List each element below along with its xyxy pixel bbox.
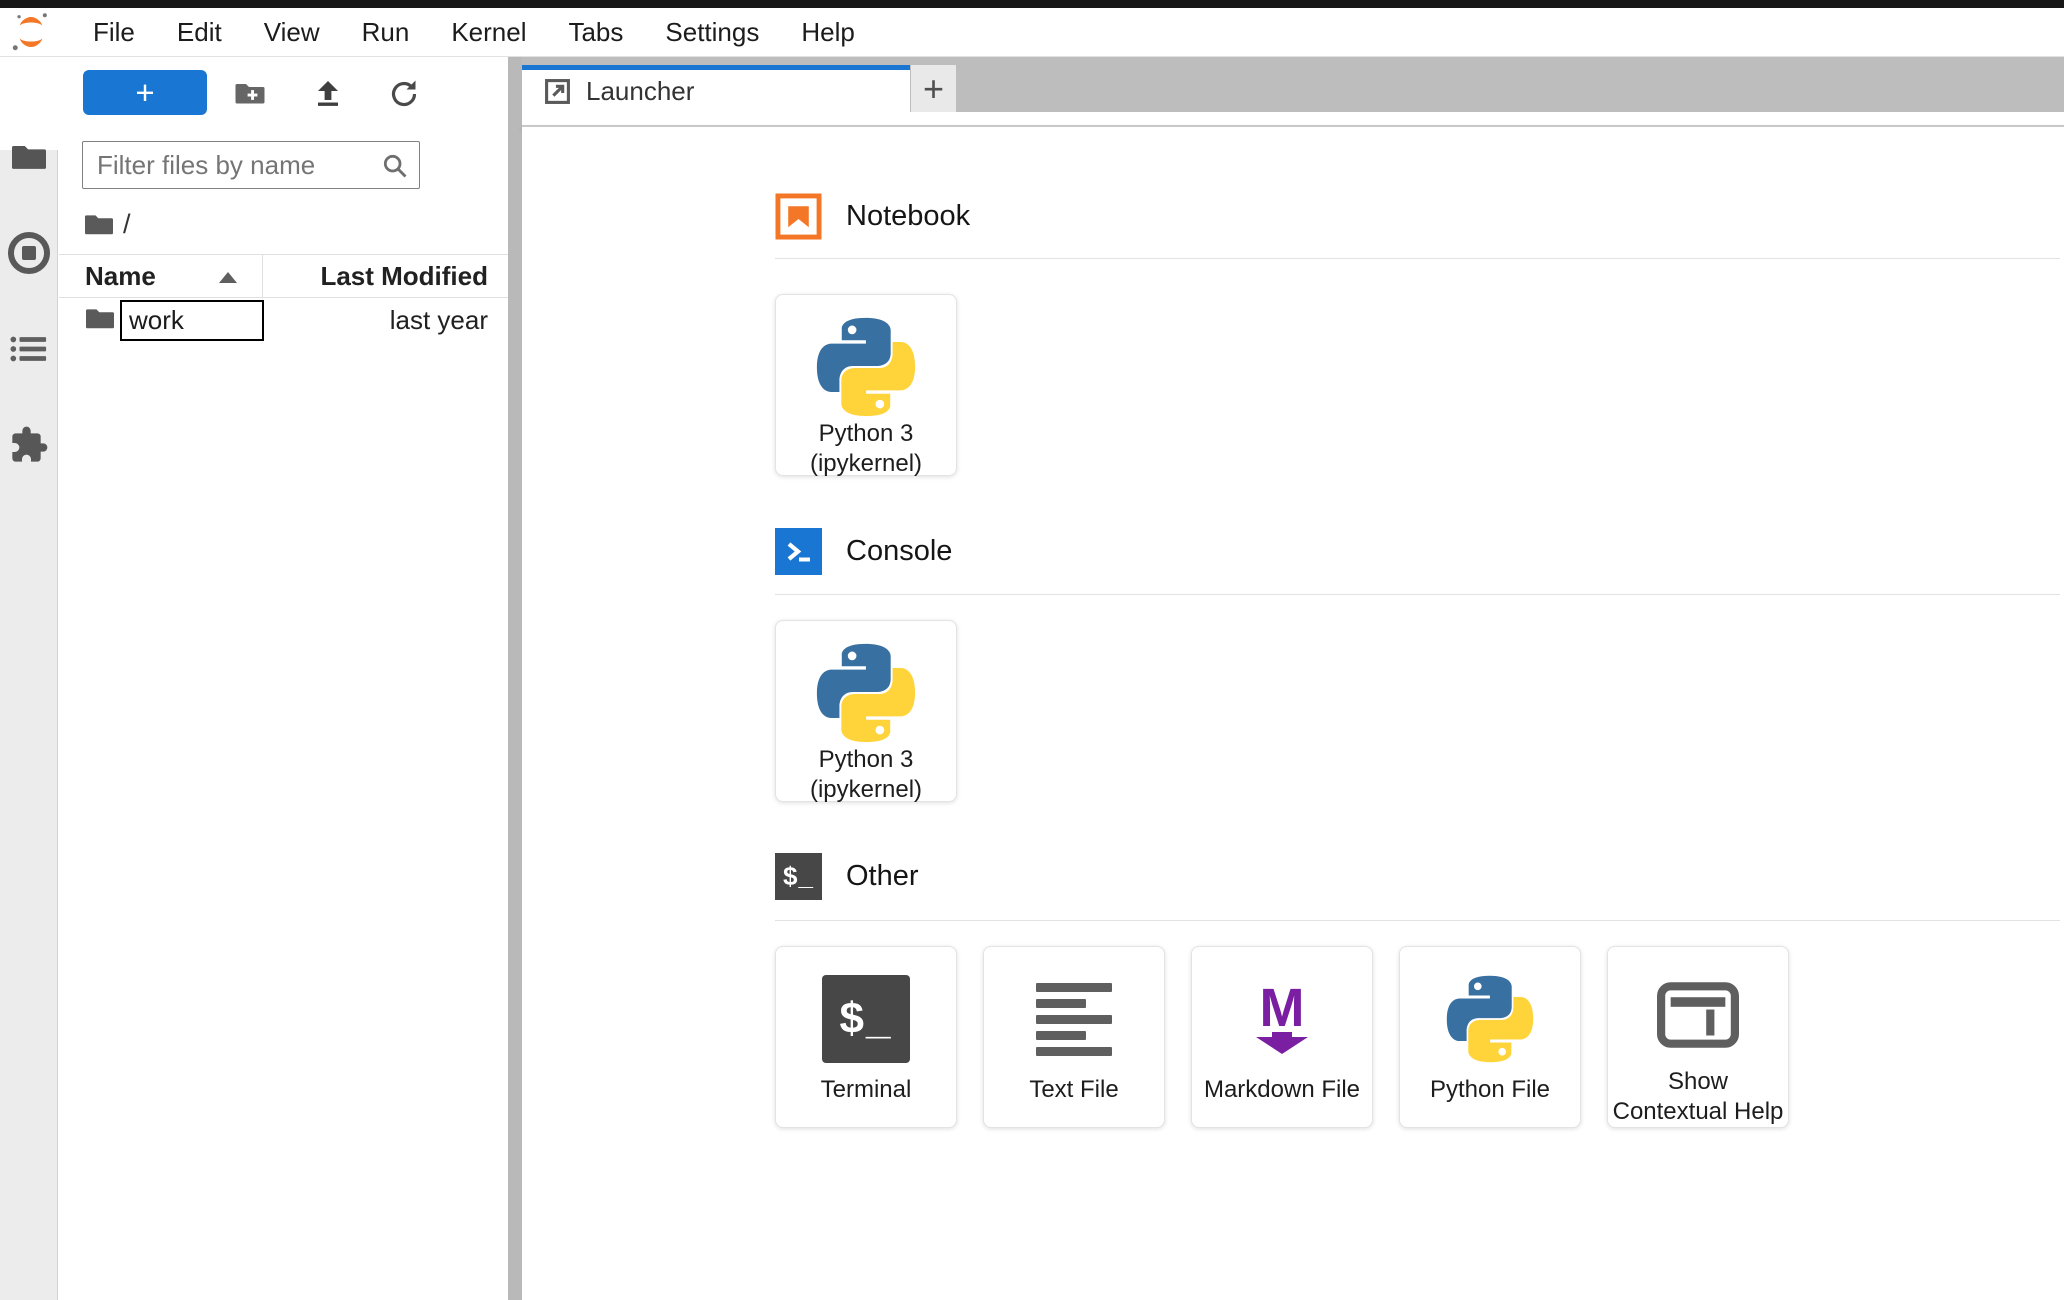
card-notebook-python3[interactable]: Python 3 (ipykernel): [775, 294, 957, 477]
menu-tabs[interactable]: Tabs: [547, 8, 644, 56]
section-header-other: $_ Other: [775, 853, 919, 900]
new-launcher-button[interactable]: +: [83, 70, 207, 115]
console-icon: [775, 528, 822, 575]
menu-help[interactable]: Help: [780, 8, 875, 56]
menu-edit[interactable]: Edit: [156, 8, 243, 56]
card-label: Markdown File: [1203, 1076, 1361, 1103]
jupyter-logo: [12, 13, 47, 51]
section-divider: [775, 594, 2060, 595]
menu-view[interactable]: View: [243, 8, 341, 56]
rename-input[interactable]: work: [120, 300, 264, 341]
notebook-icon: [775, 193, 822, 240]
card-label: Show Contextual Help: [1612, 1068, 1784, 1125]
breadcrumb: /: [85, 205, 131, 243]
section-header-notebook: Notebook: [775, 193, 970, 240]
card-label: Text File: [1029, 1076, 1119, 1103]
stop-circle-icon: [7, 232, 50, 274]
python-icon: [816, 643, 916, 743]
upload-icon: [318, 81, 338, 106]
breadcrumb-root[interactable]: /: [123, 209, 131, 240]
sidebar-item-toc[interactable]: [0, 334, 57, 364]
menu-file[interactable]: File: [72, 8, 156, 56]
card-text-file[interactable]: Text File: [983, 946, 1165, 1128]
activity-bar: [0, 57, 58, 1300]
terminal-icon: $_: [775, 853, 822, 900]
folder-icon: [11, 145, 46, 169]
card-terminal[interactable]: $_ Terminal: [775, 946, 957, 1128]
menu-kernel[interactable]: Kernel: [430, 8, 547, 56]
panel-splitter[interactable]: [508, 57, 522, 1300]
list-icon: [9, 336, 46, 362]
file-browser-panel: + / Name Last Modifi: [59, 57, 508, 1300]
card-label: Python File: [1429, 1076, 1551, 1103]
text-file-icon: [1036, 982, 1112, 1056]
python-icon: [816, 317, 916, 417]
file-filter-box: [82, 141, 420, 189]
card-markdown-file[interactable]: M Markdown File: [1191, 946, 1373, 1128]
markdown-file-icon: M: [1256, 981, 1308, 1054]
refresh-icon: [391, 80, 417, 107]
menu-items: File Edit View Run Kernel Tabs Settings …: [72, 8, 876, 56]
sidebar-item-extensions[interactable]: [0, 425, 57, 465]
card-show-contextual-help[interactable]: Show Contextual Help: [1607, 946, 1789, 1128]
notebook-cards: Python 3 (ipykernel): [775, 294, 957, 477]
search-icon: [383, 154, 407, 178]
section-divider: [775, 258, 2060, 259]
card-label: Python 3 (ipykernel): [809, 420, 923, 477]
card-label: Python 3 (ipykernel): [809, 746, 923, 803]
column-divider: [262, 255, 263, 297]
tab-label: Launcher: [586, 75, 695, 106]
section-divider: [775, 920, 2060, 921]
launcher-panel: Notebook Python 3 (ipykernel) Console Py…: [522, 127, 2064, 1300]
contextual-help-icon: [1657, 973, 1739, 1057]
column-header-name[interactable]: Name: [85, 261, 156, 292]
section-header-console: Console: [775, 528, 952, 575]
active-sidebar-highlight: [0, 57, 58, 150]
menu-settings[interactable]: Settings: [644, 8, 780, 56]
sort-ascending-icon[interactable]: [219, 272, 237, 283]
column-header-modified[interactable]: Last Modified: [320, 261, 488, 292]
file-filter-input[interactable]: [97, 142, 377, 188]
card-label: Terminal: [820, 1076, 912, 1103]
new-folder-icon: [235, 84, 265, 104]
section-title: Other: [846, 860, 919, 892]
new-folder-button[interactable]: [233, 77, 267, 111]
file-modified-value: last year: [389, 305, 488, 335]
file-list-header: Name Last Modified: [59, 254, 508, 298]
menu-bar: File Edit View Run Kernel Tabs Settings …: [0, 8, 2064, 57]
card-console-python3[interactable]: Python 3 (ipykernel): [775, 620, 957, 803]
puzzle-icon: [11, 426, 47, 462]
file-row-work[interactable]: work last year: [59, 298, 508, 345]
console-cards: Python 3 (ipykernel): [775, 620, 957, 803]
add-tab-button[interactable]: +: [911, 65, 956, 112]
folder-icon: [86, 309, 114, 329]
terminal-icon: $_: [822, 975, 910, 1063]
section-title: Console: [846, 535, 953, 567]
python-icon: [1446, 973, 1534, 1065]
tab-launcher[interactable]: Launcher: [522, 65, 910, 112]
sidebar-item-file-browser[interactable]: [0, 143, 57, 171]
sidebar-item-running[interactable]: [0, 231, 57, 275]
tab-bar: Launcher +: [522, 57, 2064, 112]
card-python-file[interactable]: Python File: [1399, 946, 1581, 1128]
other-cards: $_ Terminal Text File M Markdown File Py…: [775, 946, 1789, 1128]
window-top-strip: [0, 0, 2064, 8]
launcher-tab-icon: [544, 78, 571, 105]
upload-button[interactable]: [311, 77, 345, 111]
main-dock-panel: Launcher + Notebook Python 3 (ipykernel)…: [522, 57, 2064, 1300]
refresh-button[interactable]: [387, 77, 421, 111]
menu-run[interactable]: Run: [341, 8, 431, 56]
section-title: Notebook: [846, 200, 971, 232]
breadcrumb-folder-icon[interactable]: [85, 213, 113, 236]
